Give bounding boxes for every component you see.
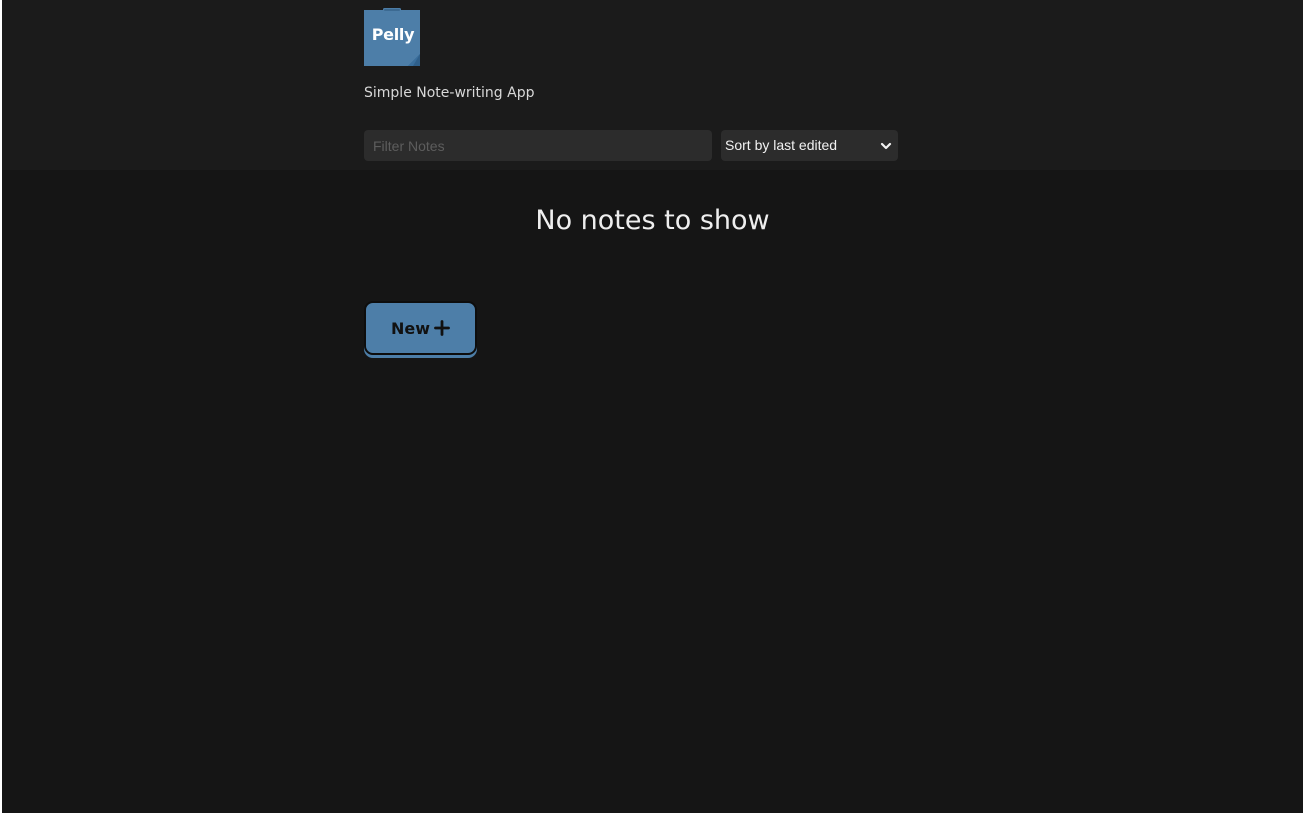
header: Pelly Simple Note-writing App Sort by la… [2,0,1303,170]
app-viewport: Pelly Simple Note-writing App Sort by la… [2,0,1303,813]
empty-notes-message: No notes to show [535,205,770,236]
app-subtitle: Simple Note-writing App [364,85,535,101]
plus-icon [434,320,450,336]
new-button-label: New [390,318,431,338]
sort-select[interactable]: Sort by last edited [721,130,898,161]
pelly-logo-icon: Pelly [364,8,422,66]
chevron-down-icon [880,130,892,161]
filter-notes-input[interactable] [364,130,712,161]
new-note-button[interactable]: New [364,301,477,355]
sort-selected-value: Sort by last edited [725,137,838,153]
logo-text: Pelly [371,25,415,44]
